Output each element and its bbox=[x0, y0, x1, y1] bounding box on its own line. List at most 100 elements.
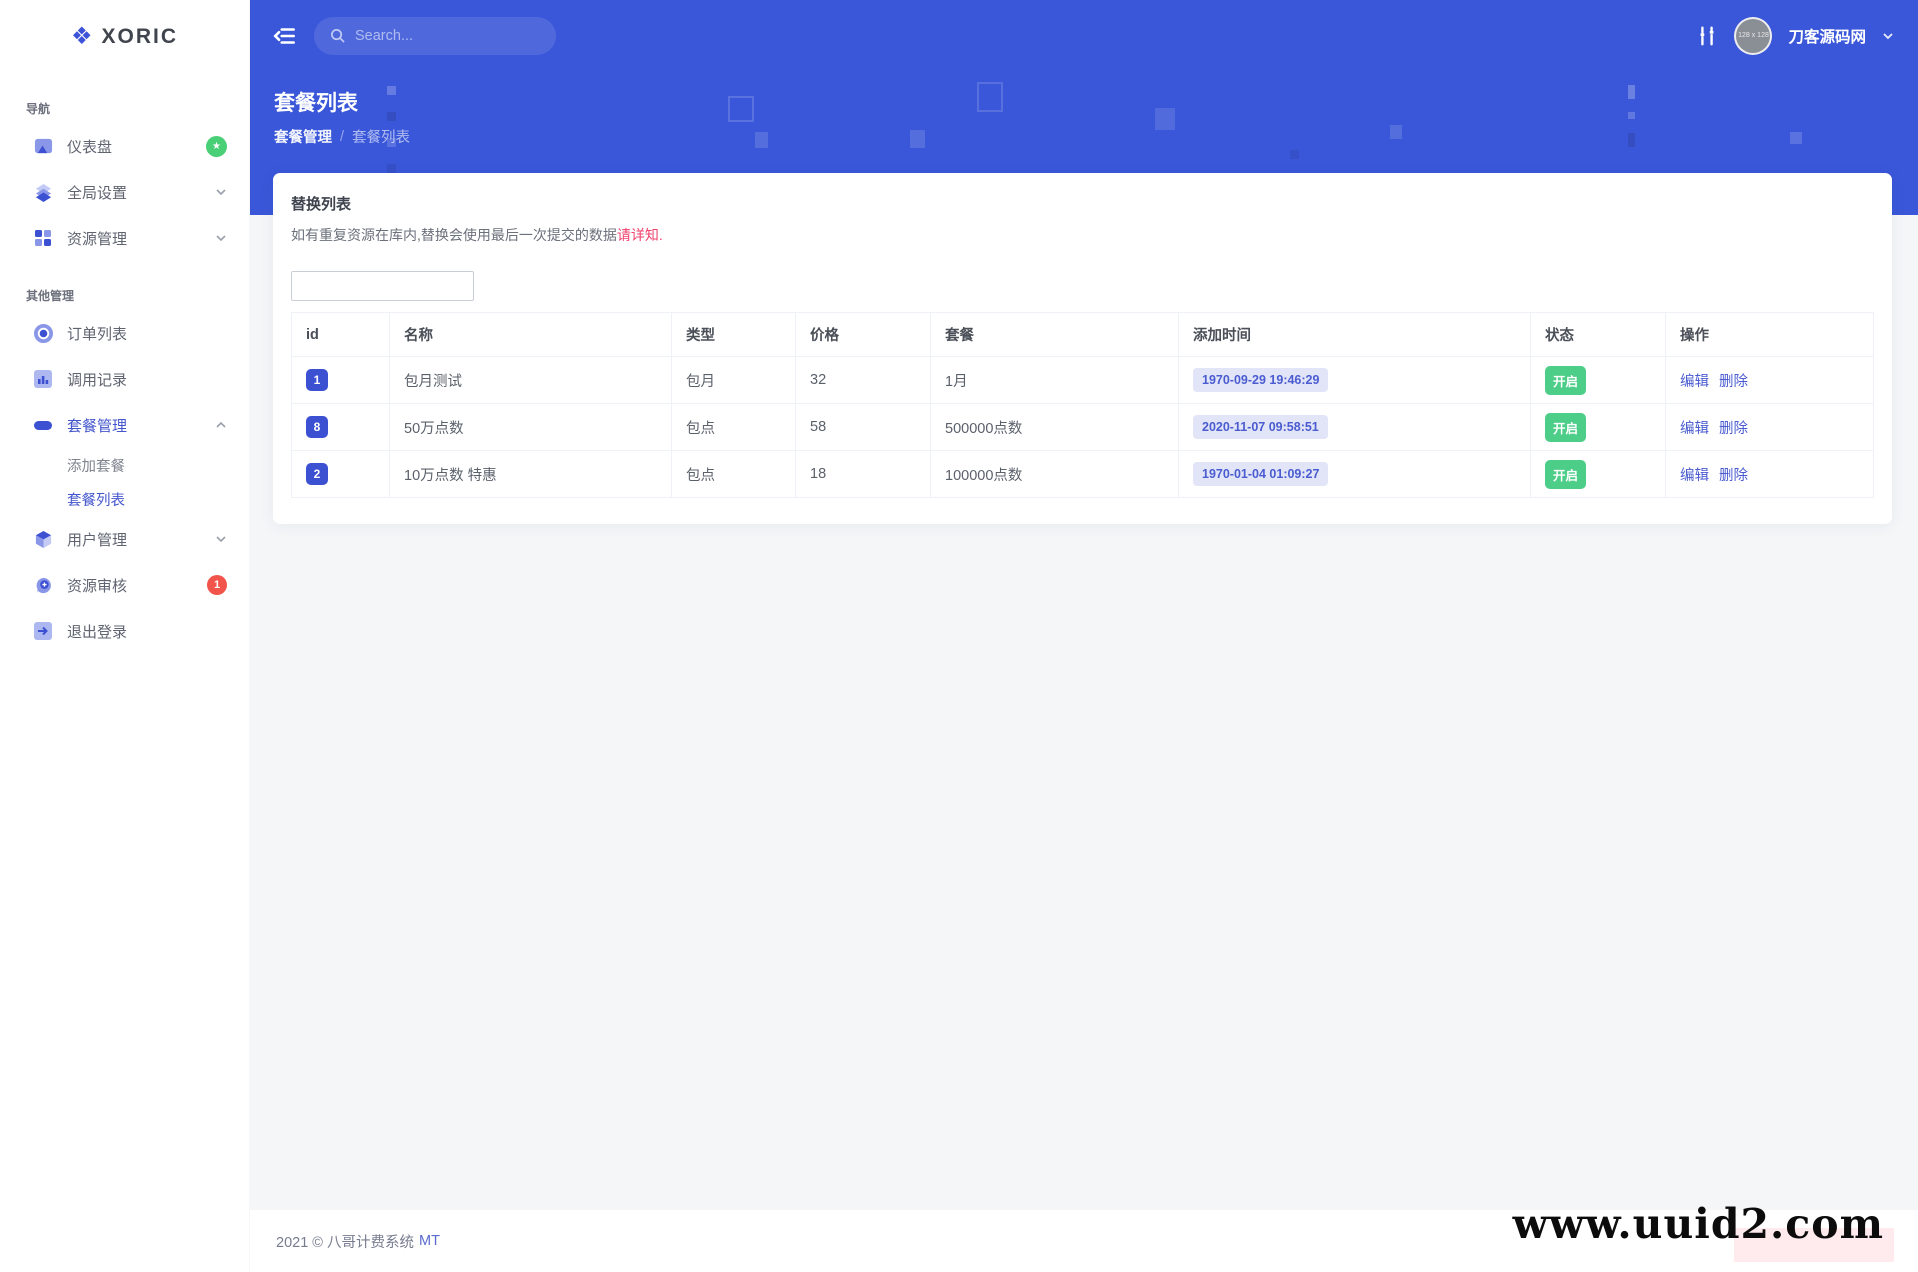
cell-price: 58 bbox=[795, 403, 931, 451]
col-header-price: 价格 bbox=[795, 312, 931, 357]
sidebar-item-dashboard[interactable]: 仪表盘 ★ bbox=[0, 123, 249, 169]
search-input[interactable] bbox=[355, 27, 540, 44]
topbar: 128 x 128 刀客源码网 bbox=[250, 0, 1918, 71]
id-badge: 2 bbox=[306, 463, 328, 485]
breadcrumb: 套餐管理 / 套餐列表 bbox=[274, 126, 1918, 147]
star-badge: ★ bbox=[206, 135, 227, 157]
sidebar-item-package-mgmt[interactable]: 套餐管理 bbox=[0, 402, 249, 448]
sidebar-item-label: 用户管理 bbox=[67, 531, 128, 549]
sidebar-item-user-mgmt[interactable]: 用户管理 bbox=[0, 516, 249, 562]
grid-icon bbox=[33, 228, 53, 248]
notification-badge: 1 bbox=[207, 575, 227, 595]
sidebar-subitem-add-package[interactable]: 添加套餐 bbox=[0, 448, 249, 482]
footer-link[interactable]: MT bbox=[419, 1233, 440, 1249]
notice-link[interactable]: 请详知 bbox=[617, 227, 659, 243]
status-badge: 开启 bbox=[1545, 365, 1587, 395]
edit-link[interactable]: 编辑 bbox=[1680, 374, 1709, 390]
card-description-text: 如有重复资源在库内,替换会使用最后一次提交的数据 bbox=[291, 227, 617, 243]
table-row: 8 50万点数 包点 58 500000点数 2020-11-07 09:58:… bbox=[291, 403, 1874, 451]
edit-link[interactable]: 编辑 bbox=[1680, 421, 1709, 437]
chevron-down-icon[interactable] bbox=[1882, 30, 1894, 42]
col-header-actions: 操作 bbox=[1665, 312, 1874, 357]
decor-square bbox=[387, 164, 396, 173]
sidebar-item-order-list[interactable]: 订单列表 bbox=[0, 310, 249, 356]
replace-input[interactable] bbox=[291, 271, 474, 301]
cell-package: 500000点数 bbox=[930, 403, 1179, 451]
breadcrumb-separator: / bbox=[340, 128, 345, 145]
sidebar-subitem-label: 套餐列表 bbox=[67, 492, 125, 509]
sidebar: ❖ XORIC 导航 仪表盘 ★ 全局设置 资源管理 其他管理 订单列表 调用记… bbox=[0, 0, 250, 1272]
breadcrumb-parent[interactable]: 套餐管理 bbox=[274, 126, 332, 147]
watermark: www.uuid2.com bbox=[1512, 1200, 1884, 1248]
chat-plus-icon bbox=[33, 575, 53, 595]
layers-icon bbox=[33, 182, 53, 202]
delete-link[interactable]: 删除 bbox=[1719, 421, 1748, 437]
cell-name: 包月测试 bbox=[389, 356, 672, 404]
logout-icon bbox=[33, 621, 53, 641]
copyright-text: 2021 © 八哥计费系统 bbox=[276, 1234, 414, 1251]
delete-link[interactable]: 删除 bbox=[1719, 374, 1748, 390]
id-badge: 8 bbox=[306, 416, 328, 438]
pill-icon bbox=[33, 415, 53, 435]
status-badge: 开启 bbox=[1545, 459, 1587, 489]
sidebar-item-call-log[interactable]: 调用记录 bbox=[0, 356, 249, 402]
cube-icon bbox=[33, 529, 53, 549]
circle-icon bbox=[33, 323, 53, 343]
sidebar-item-label: 订单列表 bbox=[67, 325, 128, 343]
sidebar-item-resource-mgmt[interactable]: 资源管理 bbox=[0, 215, 249, 261]
cell-package: 100000点数 bbox=[930, 450, 1179, 498]
logo[interactable]: ❖ XORIC bbox=[0, 0, 249, 74]
status-badge: 开启 bbox=[1545, 412, 1587, 442]
sidebar-item-label: 退出登录 bbox=[67, 623, 128, 641]
time-badge: 1970-09-29 19:46:29 bbox=[1193, 368, 1329, 392]
sidebar-item-resource-audit[interactable]: 资源审核 1 bbox=[0, 562, 249, 608]
cell-name: 50万点数 bbox=[389, 403, 672, 451]
sidebar-subitem-package-list[interactable]: 套餐列表 bbox=[0, 482, 249, 516]
card-title: 替换列表 bbox=[291, 196, 352, 213]
table-row: 2 10万点数 特惠 包点 18 100000点数 1970-01-04 01:… bbox=[291, 450, 1874, 498]
avatar-placeholder-text: 128 x 128 bbox=[1738, 32, 1769, 39]
id-badge: 1 bbox=[306, 369, 328, 391]
card-description: 如有重复资源在库内,替换会使用最后一次提交的数据请详知. bbox=[291, 225, 1874, 245]
sidebar-section-nav: 导航 bbox=[26, 102, 51, 116]
page-head: 套餐列表 套餐管理 / 套餐列表 bbox=[250, 71, 1918, 147]
topbar-right: 128 x 128 刀客源码网 bbox=[1696, 16, 1894, 55]
sidebar-subitem-label: 添加套餐 bbox=[67, 458, 125, 475]
sidebar-item-label: 全局设置 bbox=[67, 184, 128, 202]
sidebar-item-global-settings[interactable]: 全局设置 bbox=[0, 169, 249, 215]
sidebar-item-label: 资源管理 bbox=[67, 230, 128, 248]
sidebar-item-label: 资源审核 bbox=[67, 577, 128, 595]
chevron-down-icon bbox=[216, 536, 226, 543]
sliders-icon[interactable] bbox=[1696, 25, 1718, 47]
sidebar-item-label: 仪表盘 bbox=[67, 138, 113, 156]
avatar[interactable]: 128 x 128 bbox=[1734, 16, 1773, 55]
decor-square bbox=[1290, 150, 1299, 159]
cell-type: 包点 bbox=[671, 403, 796, 451]
col-header-id: id bbox=[291, 312, 390, 357]
card-description-suffix: . bbox=[658, 227, 663, 243]
col-header-type: 类型 bbox=[671, 312, 796, 357]
logo-diamond-icon: ❖ bbox=[70, 23, 93, 50]
search-icon bbox=[331, 29, 345, 43]
search-bar[interactable] bbox=[314, 16, 556, 55]
sidebar-item-logout[interactable]: 退出登录 bbox=[0, 608, 249, 654]
delete-link[interactable]: 删除 bbox=[1719, 468, 1748, 484]
cell-type: 包点 bbox=[671, 450, 796, 498]
bar-chart-icon bbox=[33, 369, 53, 389]
logo-text: XORIC bbox=[101, 25, 179, 48]
sidebar-section-other: 其他管理 bbox=[26, 289, 75, 303]
menu-fold-icon[interactable] bbox=[272, 23, 298, 49]
sidebar-item-label: 套餐管理 bbox=[67, 417, 128, 435]
dashboard-icon bbox=[33, 136, 53, 156]
sidebar-item-label: 调用记录 bbox=[67, 371, 128, 389]
time-badge: 1970-01-04 01:09:27 bbox=[1193, 462, 1329, 486]
user-menu[interactable]: 刀客源码网 bbox=[1788, 25, 1866, 47]
edit-link[interactable]: 编辑 bbox=[1680, 468, 1709, 484]
cell-price: 18 bbox=[795, 450, 931, 498]
page-title: 套餐列表 bbox=[274, 92, 358, 115]
breadcrumb-current: 套餐列表 bbox=[352, 130, 411, 146]
chevron-down-icon bbox=[216, 235, 226, 242]
replace-list-card: 替换列表 如有重复资源在库内,替换会使用最后一次提交的数据请详知. id 名称 … bbox=[273, 173, 1892, 524]
watermark-wrap: www.uuid2.com bbox=[1512, 1200, 1894, 1262]
col-header-time: 添加时间 bbox=[1178, 312, 1531, 357]
